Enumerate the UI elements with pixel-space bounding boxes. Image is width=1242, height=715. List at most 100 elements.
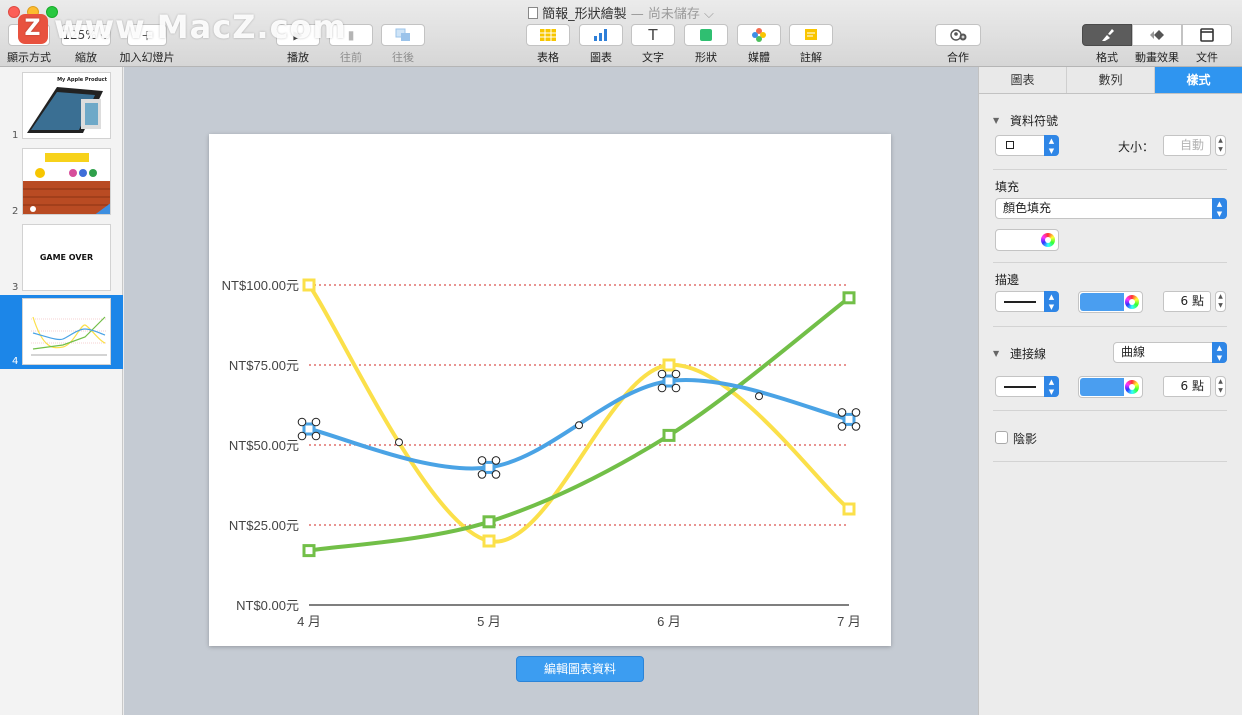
fill-color-well[interactable] bbox=[995, 229, 1059, 251]
add-slide-label: 加入幻燈片 bbox=[119, 51, 175, 64]
series-line-1 bbox=[307, 283, 851, 544]
document-name: 簡報_形狀繪製 bbox=[542, 7, 627, 22]
edit-chart-data-button[interactable]: 編輯圖表資料 bbox=[516, 656, 644, 682]
data-point bbox=[302, 278, 316, 292]
color-wheel-icon[interactable] bbox=[1041, 233, 1055, 247]
connection-type-popup[interactable]: 曲線 ▲ ▼ bbox=[1113, 342, 1227, 363]
zoom-label: 縮放 bbox=[75, 51, 97, 64]
data-point bbox=[842, 291, 856, 305]
color-wheel-icon[interactable] bbox=[1125, 380, 1139, 394]
disclosure-triangle-icon[interactable]: ▼ bbox=[993, 349, 999, 358]
document-icon bbox=[528, 7, 539, 19]
symbol-size-stepper[interactable]: ▲ ▼ bbox=[1215, 135, 1226, 156]
solid-line-icon bbox=[1004, 386, 1036, 388]
symbol-size-field[interactable]: 自動 bbox=[1163, 135, 1211, 156]
connection-width-stepper[interactable]: ▲ ▼ bbox=[1215, 376, 1226, 397]
fill-type-value: 顏色填充 bbox=[1003, 201, 1052, 215]
slide-navigator: 1 My Apple Product 2 3 GAME OVER 4 bbox=[0, 67, 123, 715]
data-point bbox=[482, 534, 496, 548]
tab-chart[interactable]: 圖表 bbox=[979, 67, 1067, 93]
media-label: 媒體 bbox=[748, 51, 770, 64]
animate-label: 動畫效果 bbox=[1135, 51, 1179, 64]
selection-handle bbox=[491, 456, 501, 465]
media-button[interactable]: 媒體 bbox=[737, 24, 781, 65]
data-symbol-heading: 資料符號 bbox=[1010, 114, 1059, 128]
text-button[interactable]: T 文字 bbox=[631, 24, 675, 65]
connection-line-heading: 連接線 bbox=[1010, 347, 1047, 361]
animate-tab-button[interactable]: 動畫效果 bbox=[1132, 24, 1182, 65]
fill-type-popup[interactable]: 顏色填充 ▲ ▼ bbox=[995, 198, 1227, 219]
data-symbol-popup[interactable]: ▲ ▼ bbox=[995, 135, 1059, 156]
slide-preview: My Apple Product bbox=[22, 72, 111, 139]
format-tab-button[interactable]: 格式 bbox=[1082, 24, 1132, 65]
x-tick-label: 7 月 bbox=[837, 614, 861, 629]
connection-color-well[interactable] bbox=[1078, 376, 1143, 398]
shape-button[interactable]: 形狀 bbox=[684, 24, 728, 65]
forward-button[interactable]: 往後 bbox=[381, 24, 425, 65]
y-tick-label: NT$75.00元 bbox=[229, 358, 299, 373]
color-wheel-icon[interactable] bbox=[1125, 295, 1139, 309]
document-tab-button[interactable]: 文件 bbox=[1182, 24, 1232, 65]
connection-width-field[interactable]: 6 點 bbox=[1163, 376, 1211, 397]
slide-preview-title: GAME OVER bbox=[39, 253, 94, 262]
data-point bbox=[662, 374, 676, 388]
data-point bbox=[302, 422, 316, 436]
slide-thumbnail-4[interactable]: 4 bbox=[0, 295, 123, 369]
slide-number: 2 bbox=[12, 206, 19, 217]
slide-number: 3 bbox=[12, 282, 19, 293]
slide-number: 4 bbox=[12, 356, 19, 367]
data-point bbox=[302, 544, 316, 558]
selection-handle bbox=[657, 383, 667, 393]
current-slide[interactable]: NT$0.00元 NT$25.00元 NT$50.00元 NT$75.00元 NT$10… bbox=[209, 134, 891, 646]
document-inspector-icon bbox=[1182, 24, 1232, 46]
stroke-width-stepper[interactable]: ▲ ▼ bbox=[1215, 291, 1226, 312]
shape-icon bbox=[684, 24, 728, 46]
tab-series[interactable]: 數列 bbox=[1067, 67, 1155, 93]
pacman-image bbox=[23, 153, 110, 214]
chart-button[interactable]: 圖表 bbox=[579, 24, 623, 65]
watermark-logo: Z bbox=[18, 14, 48, 44]
selection-handle bbox=[851, 408, 861, 417]
y-tick-label: NT$0.00元 bbox=[236, 598, 299, 613]
solid-line-icon bbox=[1004, 301, 1036, 303]
watermark: Zwww.MacZ.com bbox=[18, 8, 347, 46]
slide-preview bbox=[22, 298, 111, 365]
data-point bbox=[482, 515, 496, 529]
selection-handle bbox=[477, 456, 487, 465]
comment-label: 註解 bbox=[800, 51, 822, 64]
table-button[interactable]: 表格 bbox=[526, 24, 570, 65]
comment-icon bbox=[789, 24, 833, 46]
paintbrush-icon bbox=[1082, 24, 1132, 46]
play-label: 播放 bbox=[287, 51, 309, 64]
stroke-heading: 描邊 bbox=[995, 273, 1020, 287]
disclosure-triangle-icon[interactable]: ▼ bbox=[993, 116, 999, 125]
comment-button[interactable]: 註解 bbox=[789, 24, 833, 65]
toolbar: 簡報_形狀繪製 — 尚未儲存 ⌵ ▯▾ 顯示方式 125% ⌵ 縮放 ＋ 加入幻… bbox=[0, 0, 1242, 67]
connection-style-popup[interactable]: ▲ ▼ bbox=[995, 376, 1059, 397]
layer-forward-icon bbox=[381, 24, 425, 46]
watermark-text: www.MacZ.com bbox=[54, 8, 347, 46]
slide-canvas: NT$0.00元 NT$25.00元 NT$50.00元 NT$75.00元 NT$10… bbox=[124, 67, 978, 715]
line-chart[interactable]: NT$0.00元 NT$25.00元 NT$50.00元 NT$75.00元 NT$10… bbox=[209, 134, 891, 646]
table-label: 表格 bbox=[537, 51, 559, 64]
stroke-width-field[interactable]: 6 點 bbox=[1163, 291, 1211, 312]
data-point bbox=[482, 460, 496, 474]
slide-number: 1 bbox=[12, 130, 19, 141]
stroke-style-popup[interactable]: ▲ ▼ bbox=[995, 291, 1059, 312]
shadow-checkbox[interactable] bbox=[995, 431, 1008, 444]
tab-style[interactable]: 樣式 bbox=[1155, 67, 1242, 93]
shape-label: 形狀 bbox=[695, 51, 717, 64]
selection-handle bbox=[477, 470, 487, 479]
save-status[interactable]: — 尚未儲存 ⌵ bbox=[631, 7, 714, 22]
stroke-color-well[interactable] bbox=[1078, 291, 1143, 313]
slide-thumbnail-1[interactable]: 1 My Apple Product bbox=[0, 69, 123, 143]
y-tick-label: NT$100.00元 bbox=[222, 278, 299, 293]
media-icon bbox=[737, 24, 781, 46]
selection-handle bbox=[657, 369, 667, 379]
slide-thumbnail-2[interactable]: 2 bbox=[0, 145, 123, 219]
slide-thumbnail-3[interactable]: 3 GAME OVER bbox=[0, 221, 123, 295]
backward-label: 往前 bbox=[340, 51, 362, 64]
selection-handle bbox=[671, 383, 681, 393]
x-tick-label: 5 月 bbox=[477, 614, 501, 629]
collaborate-button[interactable]: 合作 bbox=[935, 24, 981, 65]
